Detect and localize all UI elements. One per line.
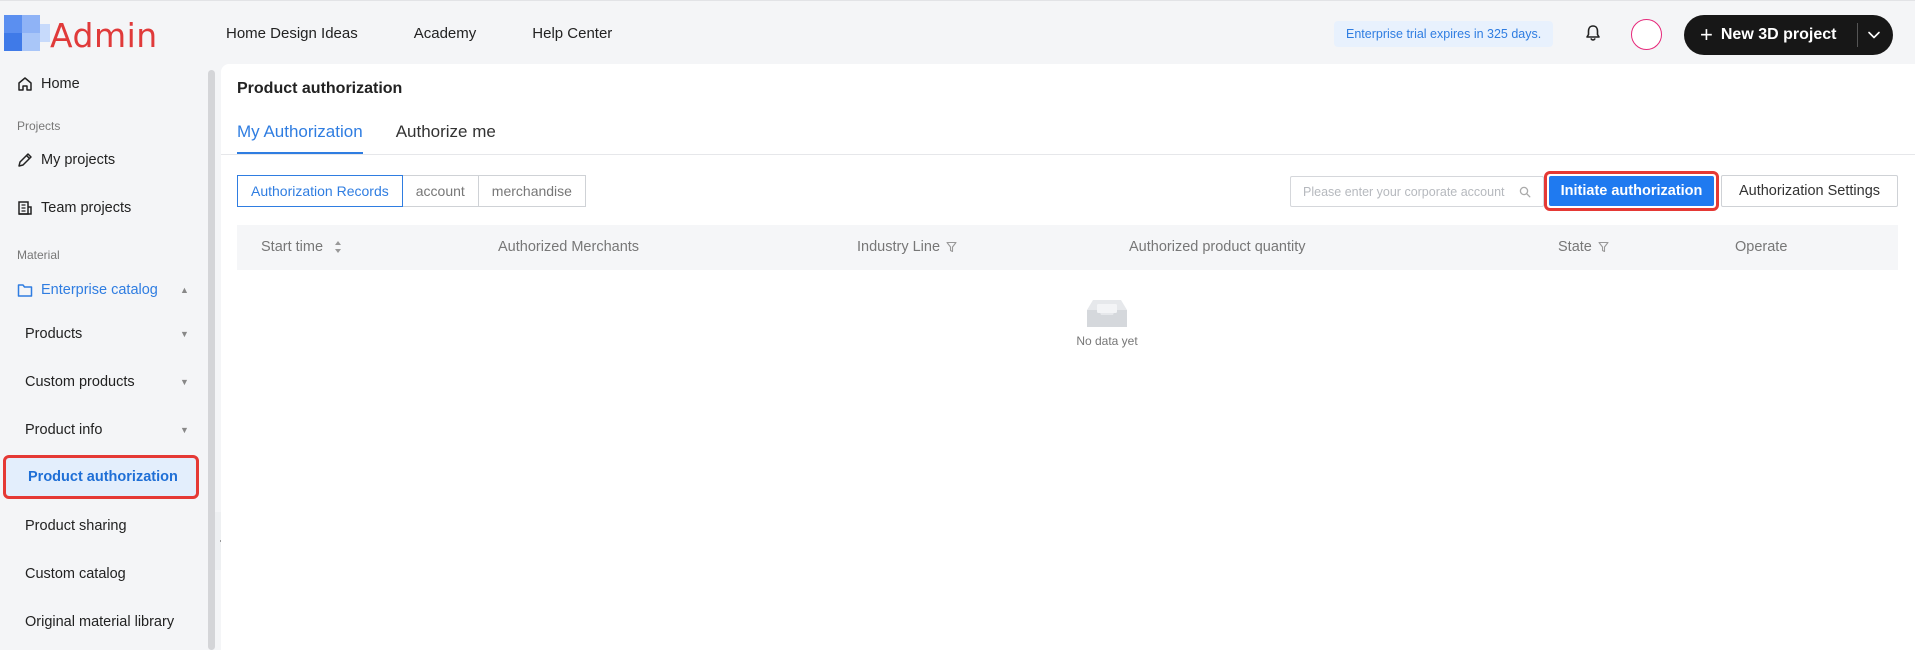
initiate-authorization-highlight: Initiate authorization [1544,171,1719,211]
new-3d-project-button[interactable]: + New 3D project [1684,15,1893,55]
sidebar-group-projects: Projects [17,119,61,133]
sidebar-item-label: Enterprise catalog [41,282,158,298]
building-icon [18,201,32,215]
column-header-state[interactable]: State [1558,225,1609,270]
column-label: State [1558,239,1592,255]
column-label: Authorized product quantity [1129,239,1306,255]
column-header-authorized-product-quantity: Authorized product quantity [1129,225,1306,270]
sidebar-scrollbar[interactable] [208,70,215,650]
avatar[interactable] [1631,19,1662,50]
sidebar-item-product-authorization[interactable]: Product authorization [3,455,199,499]
empty-state: No data yet [1047,296,1167,348]
search-input[interactable] [1303,184,1515,199]
top-bar: Admin Home Design Ideas Academy Help Cen… [0,0,1915,64]
nav-academy[interactable]: Academy [414,25,477,42]
sidebar-item-home[interactable]: Home [0,64,208,104]
column-label: Authorized Merchants [498,239,640,255]
search-icon[interactable] [1519,186,1531,198]
sidebar-item-product-info[interactable]: Product info ▼ [0,410,208,450]
search-box [1290,176,1544,207]
folder-icon [17,284,33,297]
chevron-up-icon: ▲ [180,285,189,295]
sidebar-item-original-material-library[interactable]: Original material library [0,602,208,642]
column-label: Operate [1735,239,1788,255]
column-header-industry-line[interactable]: Industry Line [857,225,957,270]
sidebar-item-custom-products[interactable]: Custom products ▼ [0,362,208,402]
sidebar-item-enterprise-catalog[interactable]: Enterprise catalog ▲ [0,270,208,310]
sidebar-group-material: Material [17,248,60,262]
filter-icon[interactable] [1598,241,1609,253]
sidebar-item-custom-catalog[interactable]: Custom catalog [0,554,208,594]
sidebar-item-label: Product info [25,422,103,438]
sort-icon[interactable] [334,240,342,254]
authorization-settings-button[interactable]: Authorization Settings [1721,175,1898,207]
segment-account[interactable]: account [401,175,479,207]
empty-message: No data yet [1076,334,1138,348]
sidebar-item-label: Product authorization [28,469,178,485]
column-header-start-time[interactable]: Start time [261,225,342,270]
initiate-authorization-button[interactable]: Initiate authorization [1549,176,1714,206]
tab-authorize-me[interactable]: Authorize me [396,122,496,154]
sidebar-item-label: Custom products [25,374,135,390]
sidebar-item-label: Home [41,76,80,92]
filter-icon[interactable] [946,241,957,253]
tab-divider [221,154,1915,155]
nav-home-design-ideas[interactable]: Home Design Ideas [226,25,358,42]
sidebar: Home Projects My projects Team projects … [0,64,208,650]
sidebar-item-label: Products [25,326,83,342]
sidebar-item-label: My projects [41,152,116,168]
logo-text: Admin [50,16,158,55]
pen-icon [18,153,32,167]
bell-icon[interactable] [1583,23,1603,43]
sidebar-item-label: Custom catalog [25,566,126,582]
sidebar-item-team-projects[interactable]: Team projects [0,188,208,228]
column-header-operate: Operate [1735,225,1787,270]
segment-merchandise[interactable]: merchandise [477,175,586,207]
plus-icon: + [1700,22,1713,47]
top-nav: Home Design Ideas Academy Help Center [226,1,668,65]
nav-help-center[interactable]: Help Center [532,25,612,42]
home-icon [18,77,32,91]
tab-bar: My Authorization Authorize me [237,122,529,154]
sidebar-item-products[interactable]: Products ▼ [0,314,208,354]
chevron-down-icon: ▼ [180,377,189,387]
chevron-down-icon: ▼ [180,329,189,339]
empty-box-icon [1087,300,1127,327]
sidebar-item-label: Original material library [25,614,175,630]
sidebar-item-label: Team projects [41,200,132,216]
sidebar-item-product-sharing[interactable]: Product sharing [0,506,208,546]
column-label: Industry Line [857,239,941,255]
button-divider [1857,23,1858,47]
page-title: Product authorization [237,80,403,97]
column-label: Start time [261,239,324,255]
trial-banner[interactable]: Enterprise trial expires in 325 days. [1334,21,1554,47]
segment-authorization-records[interactable]: Authorization Records [237,175,403,207]
tab-my-authorization[interactable]: My Authorization [237,122,363,154]
table-header: Start time Authorized Merchants Industry… [237,225,1898,270]
logo[interactable]: Admin [4,15,157,55]
main-content: Product authorization My Authorization A… [221,64,1915,650]
chevron-down-icon[interactable] [1865,27,1883,43]
column-header-authorized-merchants: Authorized Merchants [498,225,639,270]
new-project-label: New 3D project [1720,26,1837,43]
chevron-down-icon: ▼ [180,425,189,435]
sidebar-item-label: Product sharing [25,518,127,534]
segment-control: Authorization Records account merchandis… [237,175,586,207]
sidebar-item-my-projects[interactable]: My projects [0,140,208,180]
